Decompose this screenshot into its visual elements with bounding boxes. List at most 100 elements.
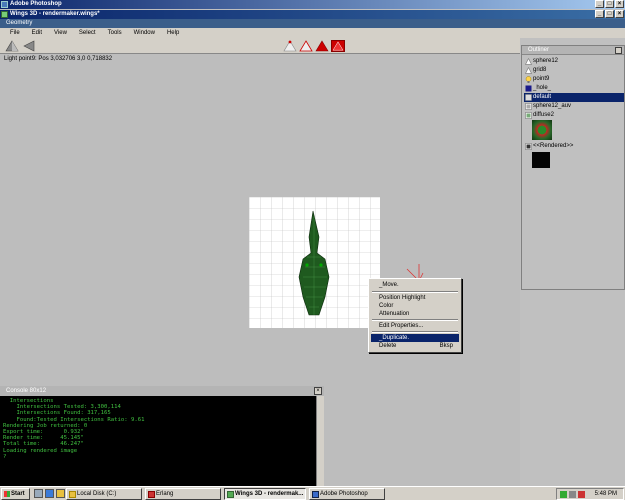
outliner-title: Outliner (528, 47, 550, 53)
menu-view[interactable]: View (48, 28, 73, 38)
outliner-item-sphere12-auv[interactable]: sphere12_auv (524, 102, 624, 111)
volume-tray-icon[interactable] (569, 491, 576, 498)
ctx-attenuation[interactable]: Attenuation (371, 310, 459, 318)
rendered-image-thumbnail (532, 152, 550, 168)
task-label: Erlang (156, 491, 174, 497)
menu-file[interactable]: File (4, 28, 26, 38)
ctx-edit-properties[interactable]: Edit Properties... (371, 322, 459, 330)
light-position-info: Light point9: Pos 3,032706 3,0 0,718832 (4, 56, 113, 62)
task-erlang[interactable]: Erlang (145, 488, 221, 500)
windows-logo-icon (4, 491, 10, 497)
outliner-item-label: sphere12_auv (533, 103, 572, 109)
wings-icon (227, 491, 234, 498)
quick-launch-browser-icon[interactable] (45, 489, 54, 498)
wings-close-button[interactable]: × (615, 10, 624, 18)
outliner-item-point9[interactable]: point9 (524, 75, 624, 84)
diffuse-texture-thumbnail (532, 120, 552, 140)
console-output: Intersections Intersections Tested: 3,30… (0, 396, 316, 486)
quick-launch-folder-icon[interactable] (56, 489, 65, 498)
wings-window-title: Wings 3D - rendermaker.wings* (10, 11, 100, 17)
toolbar (0, 38, 520, 54)
task-photoshop[interactable]: Adobe Photoshop (309, 488, 385, 500)
outliner-item-label: sphere12 (533, 58, 559, 64)
menu-bar: File Edit View Select Tools Window Help (0, 28, 625, 38)
console-scrollbar[interactable] (316, 396, 324, 486)
body-select-icon[interactable] (331, 40, 345, 52)
photoshop-icon (312, 491, 319, 498)
smooth-view-icon[interactable] (22, 40, 36, 52)
ctx-separator (372, 291, 458, 293)
outliner-item-grid8[interactable]: grid8 (524, 66, 624, 75)
face-select-icon[interactable] (315, 40, 329, 52)
minimize-button[interactable]: _ (595, 0, 604, 8)
erlang-icon (148, 491, 155, 498)
geometry-label: Geometry (6, 20, 33, 26)
outliner-title-bar: Outliner (522, 46, 624, 55)
outliner-item-rendered[interactable]: <<Rendered>> (524, 142, 624, 151)
clock[interactable]: 5:48 PM (595, 489, 617, 499)
ctx-move[interactable]: _Move. (371, 281, 459, 289)
system-tray: 5:48 PM (556, 488, 624, 500)
taskbar: Start Local Disk (C:) Erlang Wings 3D - … (0, 486, 625, 500)
geometry-title-bar: Geometry (0, 19, 625, 28)
menu-help[interactable]: Help (161, 28, 185, 38)
start-label: Start (11, 491, 25, 497)
outliner-item-diffuse2[interactable]: diffuse2 (524, 111, 624, 120)
outliner-close-icon[interactable] (615, 47, 622, 54)
start-button[interactable]: Start (1, 488, 30, 500)
app-tray-icon[interactable] (578, 491, 585, 498)
quick-launch-desktop-icon[interactable] (34, 489, 43, 498)
menu-edit[interactable]: Edit (26, 28, 48, 38)
outliner-item-label: default (533, 94, 552, 100)
grid-with-object (249, 197, 380, 328)
wings-title-bar: Wings 3D - rendermaker.wings* _ □ × (0, 10, 625, 19)
console-close-icon[interactable]: × (314, 387, 322, 395)
wings-app-icon (1, 11, 8, 18)
outliner-item-label: grid8 (533, 67, 547, 73)
perspective-view-icon[interactable] (5, 40, 19, 52)
context-menu: _Move. Position Highlight Color Attenuat… (368, 278, 462, 353)
edge-select-icon[interactable] (299, 40, 313, 52)
image-icon (525, 112, 532, 119)
material-icon (525, 85, 532, 92)
console-prompt[interactable]: ? (3, 454, 313, 460)
task-wings3d[interactable]: Wings 3D - rendermak... (224, 488, 306, 500)
outliner-item-sphere12[interactable]: sphere12 (524, 57, 624, 66)
wings-maximize-button[interactable]: □ (605, 10, 614, 18)
menu-tools[interactable]: Tools (102, 28, 128, 38)
task-local-disk[interactable]: Local Disk (C:) (66, 488, 142, 500)
vertex-select-icon[interactable] (283, 40, 297, 52)
outliner-item-hole[interactable]: _hole_ (524, 84, 624, 93)
ctx-separator (372, 319, 458, 321)
grid-plane[interactable] (249, 197, 380, 328)
ctx-duplicate[interactable]: _Duplicate. (371, 334, 459, 342)
network-tray-icon[interactable] (560, 491, 567, 498)
console-title-bar: Console 80x12 × (0, 386, 324, 396)
image-icon (525, 103, 532, 110)
object-icon (525, 67, 532, 74)
object-icon (525, 58, 532, 65)
console-title: Console 80x12 (6, 388, 47, 394)
outliner-item-label: <<Rendered>> (533, 143, 574, 149)
folder-icon (69, 491, 76, 498)
outliner-item-label: point9 (533, 76, 550, 82)
photoshop-title-bar: Adobe Photoshop _ □ × (0, 0, 625, 9)
ctx-separator (372, 331, 458, 333)
ctx-delete[interactable]: Delete Bksp (371, 342, 459, 350)
task-label: Wings 3D - rendermak... (235, 491, 304, 497)
outliner-item-default[interactable]: default (524, 93, 624, 102)
outliner-item-label: diffuse2 (533, 112, 554, 118)
photoshop-title: Adobe Photoshop (10, 1, 62, 7)
ctx-position-highlight[interactable]: Position Highlight (371, 294, 459, 302)
ctx-color[interactable]: Color (371, 302, 459, 310)
menu-select[interactable]: Select (73, 28, 102, 38)
close-button[interactable]: × (615, 0, 624, 8)
task-label: Adobe Photoshop (320, 491, 368, 497)
wings-minimize-button[interactable]: _ (595, 10, 604, 18)
desktop-screen: Adobe Photoshop _ □ × Wings 3D - renderm… (0, 0, 625, 500)
maximize-button[interactable]: □ (605, 0, 614, 8)
outliner-item-label: _hole_ (533, 85, 552, 91)
menu-window[interactable]: Window (128, 28, 161, 38)
light-icon (525, 76, 532, 83)
task-label: Local Disk (C:) (77, 491, 117, 497)
